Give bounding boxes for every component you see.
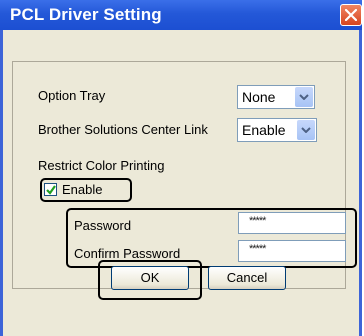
option-tray-value: None — [242, 89, 276, 105]
close-icon — [345, 9, 357, 21]
bscl-dropdown-button[interactable] — [297, 120, 315, 140]
window-title: PCL Driver Setting — [10, 5, 162, 24]
close-button[interactable] — [340, 4, 362, 26]
bscl-value: Enable — [242, 122, 286, 138]
confirm-password-label: Confirm Password — [74, 246, 181, 261]
cancel-button[interactable]: Cancel — [208, 266, 286, 290]
option-tray-label: Option Tray — [38, 88, 106, 103]
password-value: ***** — [249, 215, 266, 227]
enable-label: Enable — [62, 182, 103, 197]
chevron-down-icon — [299, 94, 309, 100]
bscl-select[interactable]: Enable — [237, 118, 317, 142]
password-input[interactable]: ***** — [238, 212, 346, 234]
check-icon — [46, 185, 56, 195]
option-tray-select[interactable]: None — [237, 85, 315, 109]
option-tray-dropdown-button[interactable] — [295, 87, 313, 107]
restrict-color-label: Restrict Color Printing — [38, 158, 165, 173]
password-label: Password — [74, 218, 132, 233]
title-bar[interactable]: PCL Driver Setting — [0, 0, 362, 30]
bscl-label: Brother Solutions Center Link — [38, 122, 208, 137]
confirm-password-input[interactable]: ***** — [238, 240, 346, 262]
ok-button[interactable]: OK — [111, 266, 189, 290]
confirm-password-value: ***** — [249, 243, 266, 255]
enable-checkbox[interactable] — [44, 183, 57, 196]
chevron-down-icon — [301, 127, 311, 133]
